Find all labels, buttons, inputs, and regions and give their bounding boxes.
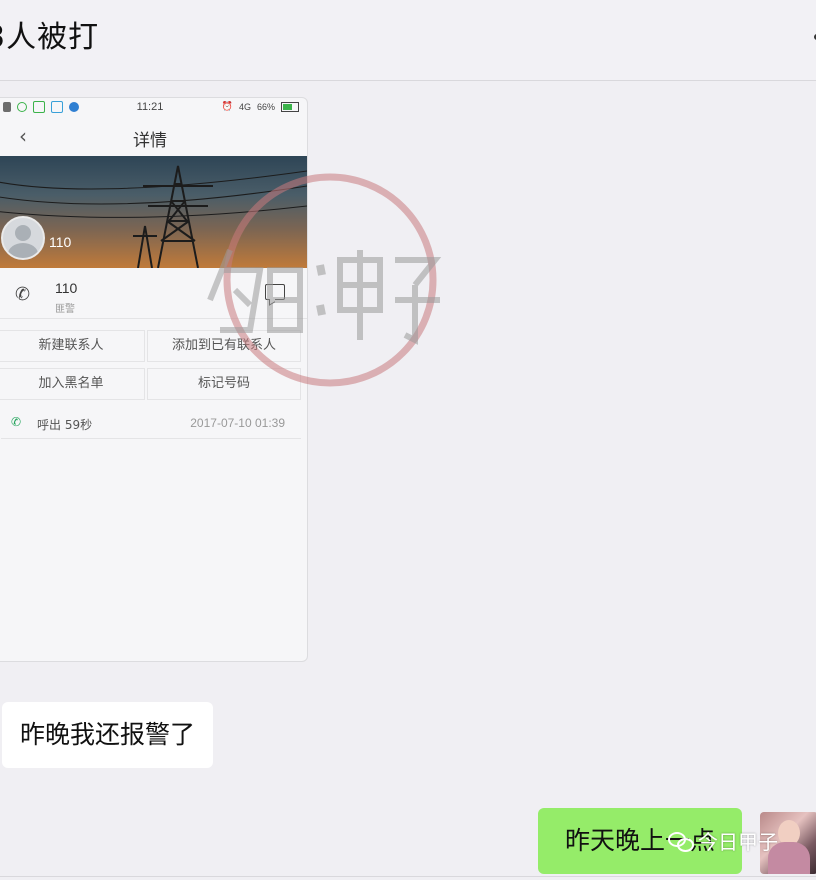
status-icons-right: ⏰ 4G 66% — [222, 101, 299, 112]
new-contact-button[interactable]: 新建联系人 — [0, 330, 145, 362]
received-message-bubble[interactable]: 昨晚我还报警了 — [2, 702, 214, 768]
alarm-icon: ⏰ — [221, 101, 233, 111]
divider — [0, 876, 816, 877]
outgoing-call-icon: ✆ — [11, 415, 22, 429]
chat-screen: 3人被打 11:21 ⏰ 4G 66% ‹ 详情 — [0, 0, 816, 880]
message-icon[interactable] — [265, 284, 285, 300]
contact-name: 110 — [49, 234, 72, 250]
contact-banner — [0, 156, 307, 268]
battery-icon — [281, 101, 299, 112]
call-log-info: 呼出 59秒 — [37, 416, 92, 433]
wechat-icon — [668, 830, 694, 852]
detail-title: 详情 — [133, 131, 167, 151]
phone-icon[interactable]: ✆ — [15, 284, 30, 305]
call-type: 呼出 — [37, 418, 62, 432]
phone-number: 110 — [55, 280, 78, 296]
chat-header: 3人被打 — [0, 0, 816, 81]
phone-tag: 匪警 — [55, 304, 75, 315]
add-to-existing-contact-button[interactable]: 添加到已有联系人 — [147, 330, 301, 362]
call-duration: 59秒 — [64, 418, 93, 432]
call-datetime: 2017-07-10 01:39 — [190, 416, 285, 430]
status-bar: 11:21 ⏰ 4G 66% — [0, 98, 307, 118]
block-number-button[interactable]: 加入黑名单 — [0, 368, 145, 400]
brand-label: 今日甲子 — [698, 830, 778, 854]
phone-number-row[interactable]: ✆ 110 匪警 — [0, 270, 307, 319]
power-tower-image — [0, 165, 307, 268]
chat-title: 3人被打 — [0, 20, 100, 55]
mark-number-button[interactable]: 标记号码 — [147, 368, 301, 400]
image-message[interactable]: 11:21 ⏰ 4G 66% ‹ 详情 110 ✆ 110 匪警 新建联系人 添… — [0, 97, 308, 662]
call-log-entry[interactable]: ✆ 呼出 59秒 2017-07-10 01:39 — [1, 408, 301, 439]
brand-watermark: 今日甲子 — [668, 826, 778, 855]
battery-percent: 66% — [256, 101, 275, 112]
detail-nav-bar: ‹ 详情 — [0, 120, 307, 154]
contact-avatar — [1, 216, 45, 260]
network-type: 4G — [238, 101, 251, 112]
